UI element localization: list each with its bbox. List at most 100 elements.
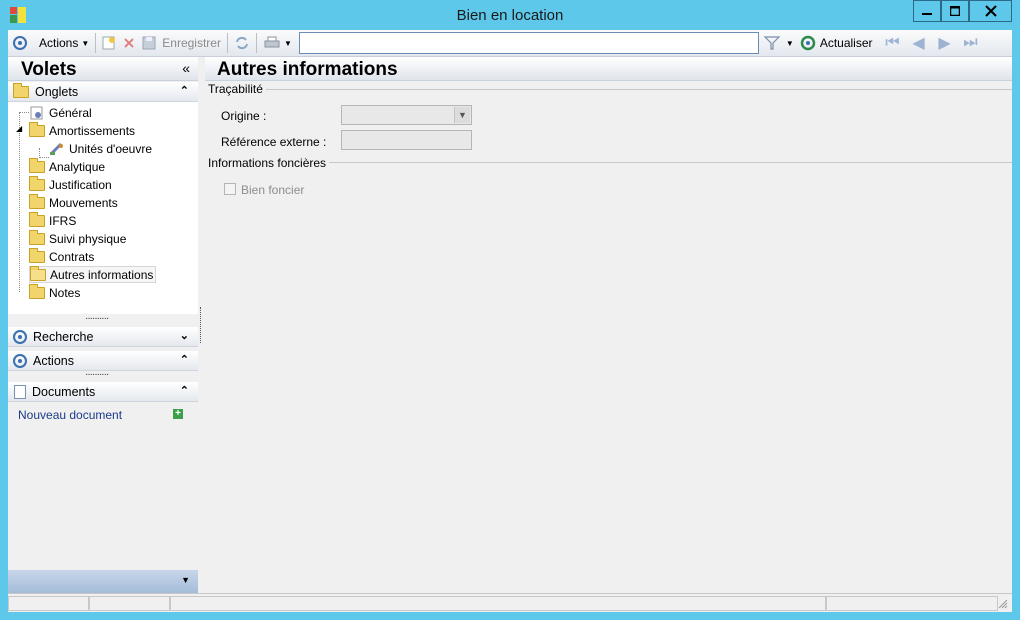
group-foncieres-title: Informations foncières xyxy=(208,156,330,170)
first-record-icon[interactable]: ⏮ xyxy=(880,34,906,52)
tree-item-suivi-physique[interactable]: Suivi physique xyxy=(29,229,127,247)
status-bar xyxy=(8,593,1012,612)
chevron-down-double-icon[interactable]: ⌄ xyxy=(180,329,189,342)
tree-item-label: Mouvements xyxy=(49,195,118,210)
tabs-tree: Général ◢ Amortissements Unités d'oeuvre… xyxy=(8,102,198,314)
chevron-down-icon[interactable]: ▼ xyxy=(181,575,190,585)
tree-expand-icon[interactable]: ◢ xyxy=(16,124,22,133)
section-actions[interactable]: Actions ⌃ xyxy=(8,351,198,371)
origine-label: Origine : xyxy=(221,109,267,123)
circle-nav-button[interactable] xyxy=(8,32,30,54)
tree-item-amortissements[interactable]: Amortissements xyxy=(29,121,136,139)
tree-item-label: Général xyxy=(49,105,92,120)
origine-select[interactable]: ▼ xyxy=(341,105,472,125)
maximize-icon xyxy=(950,6,960,16)
refresh-green-icon xyxy=(800,35,816,51)
previous-record-icon[interactable]: ◀ xyxy=(906,33,932,53)
tree-item-label: Justification xyxy=(49,177,112,192)
delete-button[interactable] xyxy=(119,32,139,54)
chevron-down-icon: ▼ xyxy=(283,38,292,48)
toolbar-separator xyxy=(226,33,228,53)
main-header: Autres informations xyxy=(205,57,1012,81)
status-cell xyxy=(8,596,89,611)
folder-icon xyxy=(29,193,45,209)
folder-icon xyxy=(29,247,45,263)
tree-item-mouvements[interactable]: Mouvements xyxy=(29,193,118,211)
tree-item-label: Analytique xyxy=(49,159,106,174)
tools-icon xyxy=(49,142,63,155)
tree-item-autres-informations[interactable]: Autres informations xyxy=(29,265,157,283)
maximize-button[interactable] xyxy=(941,0,969,22)
folder-icon xyxy=(29,283,45,299)
collapse-panel-icon[interactable]: « xyxy=(182,60,190,76)
window-title: Bien en location xyxy=(456,7,564,24)
section-documents[interactable]: Documents ⌃ xyxy=(8,382,198,402)
close-icon xyxy=(984,5,997,17)
new-document-link[interactable]: Nouveau document xyxy=(18,408,122,422)
folder-icon xyxy=(29,211,45,227)
save-button[interactable]: Enregistrer xyxy=(139,32,224,54)
volets-header: Volets « xyxy=(8,57,198,81)
sync-button[interactable] xyxy=(231,32,253,54)
tree-item-general[interactable]: Général xyxy=(29,104,92,121)
minimize-icon xyxy=(922,13,932,15)
title-bar[interactable]: Bien en location xyxy=(0,0,1020,30)
tree-item-contrats[interactable]: Contrats xyxy=(29,247,95,265)
client-area: Actions ▼ Enregistrer ▼ ▼ Actualiser ⏮ ◀… xyxy=(8,30,1012,612)
tree-item-analytique[interactable]: Analytique xyxy=(29,157,106,175)
tree-item-label: Amortissements xyxy=(49,123,136,138)
vertical-splitter[interactable] xyxy=(200,307,201,343)
tree-item-justification[interactable]: Justification xyxy=(29,175,112,193)
minimize-button[interactable] xyxy=(913,0,941,22)
tree-line xyxy=(19,112,20,292)
tree-item-label: Contrats xyxy=(49,249,95,264)
reference-externe-field[interactable] xyxy=(341,130,472,150)
section-recherche[interactable]: Recherche ⌄ xyxy=(8,327,198,347)
tree-item-label: IFRS xyxy=(49,213,77,228)
print-icon xyxy=(264,36,280,48)
status-cell xyxy=(89,596,170,611)
section-actions-label: Actions xyxy=(33,353,74,368)
search-section-icon xyxy=(13,329,27,344)
search-input[interactable] xyxy=(298,32,759,54)
toolbar: Actions ▼ Enregistrer ▼ ▼ Actualiser ⏮ ◀… xyxy=(8,30,1012,57)
tree-line xyxy=(39,148,40,156)
settings-icon xyxy=(30,106,43,119)
chevron-down-icon: ▼ xyxy=(785,38,794,48)
print-button[interactable]: ▼ xyxy=(260,32,295,54)
chevron-up-double-icon[interactable]: ⌃ xyxy=(180,384,189,397)
tree-item-notes[interactable]: Notes xyxy=(29,283,81,301)
bien-foncier-checkbox[interactable] xyxy=(224,183,236,195)
chevron-down-icon[interactable]: ▼ xyxy=(454,107,470,123)
new-button[interactable] xyxy=(99,32,119,54)
filter-button[interactable]: ▼ xyxy=(761,32,797,54)
actions-menu-button[interactable]: Actions ▼ xyxy=(36,32,92,54)
tree-item-unites-oeuvre[interactable]: Unités d'oeuvre xyxy=(49,140,152,157)
save-icon xyxy=(142,36,156,50)
volets-title: Volets xyxy=(21,59,77,80)
toolbar-separator xyxy=(95,33,97,53)
app-window: Bien en location Actions ▼ Enregistrer ▼… xyxy=(0,0,1020,620)
close-button[interactable] xyxy=(969,0,1012,22)
tree-item-label: Unités d'oeuvre xyxy=(69,141,153,156)
page-title: Autres informations xyxy=(217,59,398,80)
resize-grip-icon[interactable] xyxy=(998,599,1008,609)
section-onglets[interactable]: Onglets ⌃ xyxy=(8,82,198,102)
section-splitter-grip[interactable]: ·········· xyxy=(85,370,109,380)
section-documents-label: Documents xyxy=(32,384,96,399)
add-icon[interactable]: + xyxy=(173,409,183,419)
next-record-icon[interactable]: ▶ xyxy=(932,33,958,53)
tree-item-ifrs[interactable]: IFRS xyxy=(29,211,77,229)
tree-line xyxy=(19,112,29,113)
refresh-button[interactable]: Actualiser xyxy=(797,32,876,54)
chevron-up-double-icon[interactable]: ⌃ xyxy=(180,84,189,97)
chevron-up-double-icon[interactable]: ⌃ xyxy=(180,353,189,366)
folder-open-icon xyxy=(30,265,46,281)
status-cell xyxy=(826,596,998,611)
tree-item-label: Suivi physique xyxy=(49,231,127,246)
section-splitter-grip[interactable]: ·········· xyxy=(85,314,109,324)
last-record-icon[interactable]: ⏭ xyxy=(958,34,984,52)
status-cell xyxy=(170,596,826,611)
panel-bottom-bar[interactable]: ▼ xyxy=(8,570,198,593)
tree-item-label: Notes xyxy=(49,285,81,300)
